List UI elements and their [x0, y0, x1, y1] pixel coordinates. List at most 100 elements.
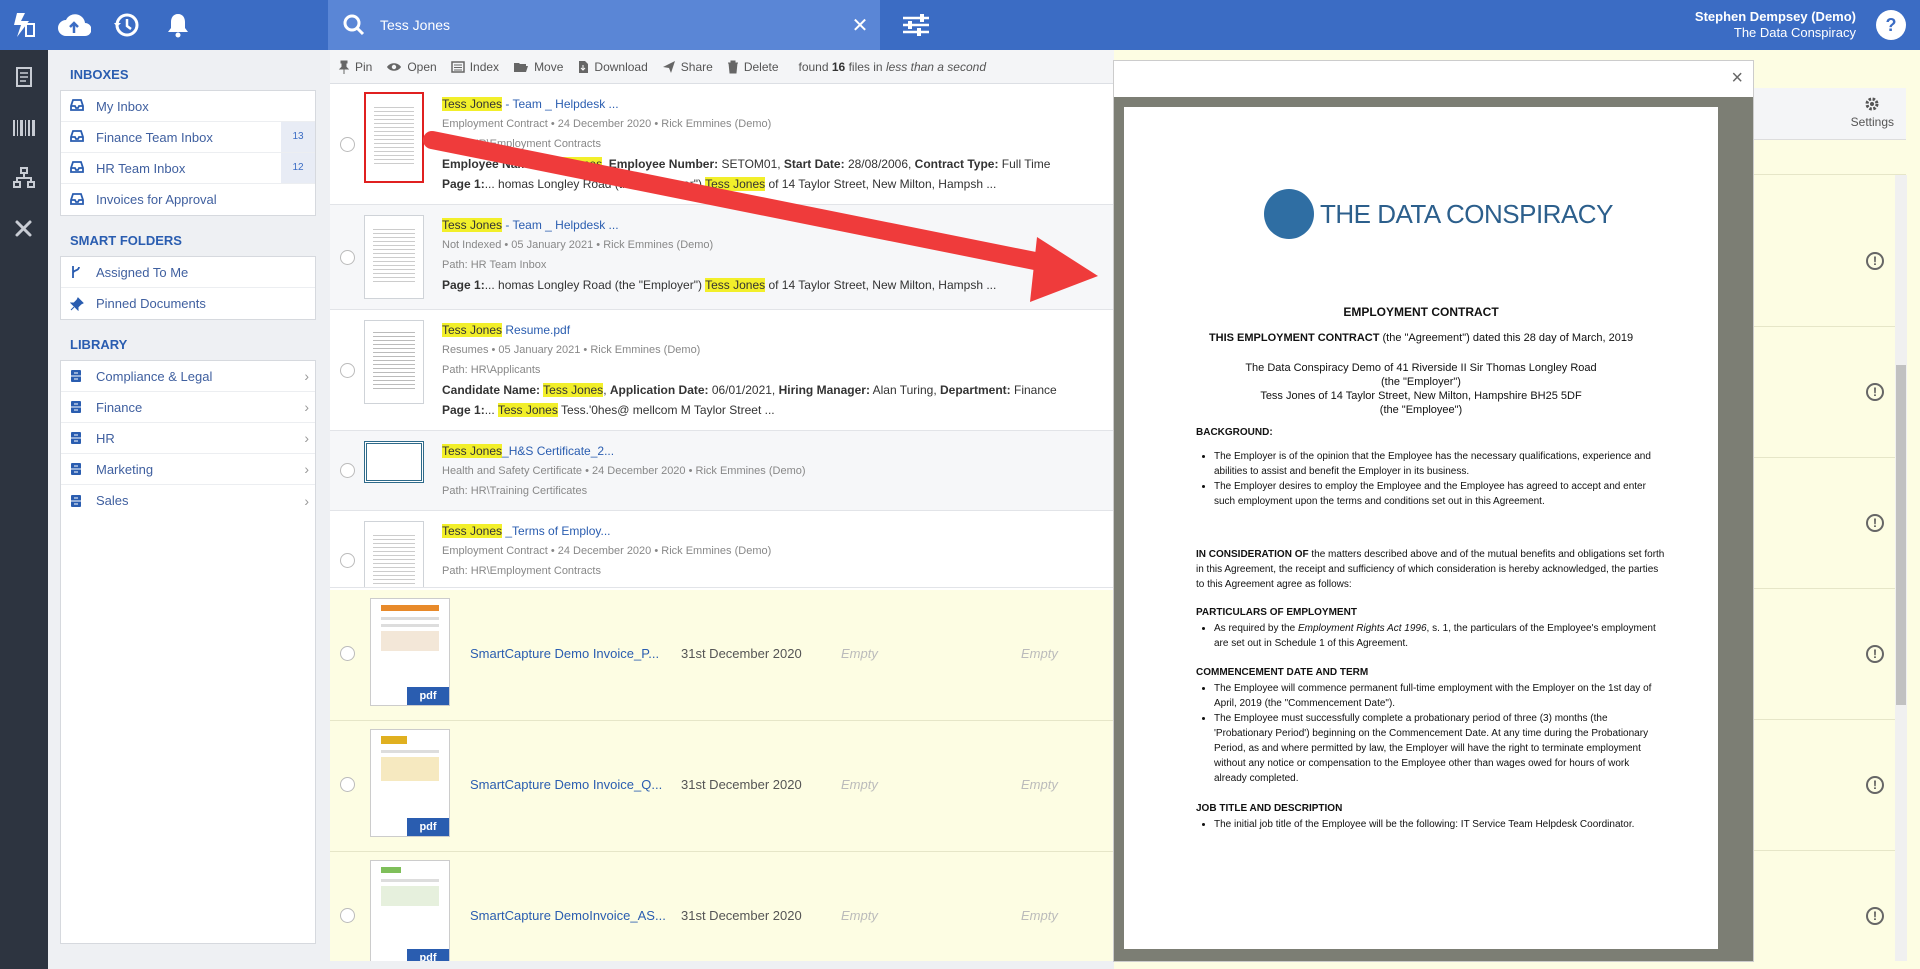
search-icon[interactable]: [328, 14, 380, 36]
barcode-icon[interactable]: [0, 103, 48, 153]
result-path: Path: HR Team Inbox: [442, 259, 547, 271]
result-snippet: Page 1:... homas Longley Road (the "Empl…: [442, 275, 1114, 295]
share-button[interactable]: Share: [662, 60, 713, 74]
pin-icon: [338, 60, 350, 74]
search-input[interactable]: [380, 17, 840, 33]
result-item[interactable]: Tess Jones - Team _ Helpdesk ... Employm…: [330, 84, 1114, 205]
open-button[interactable]: Open: [386, 60, 437, 74]
circuit-logo-icon: [1264, 189, 1314, 239]
inbox-item-my-inbox[interactable]: My Inbox: [61, 91, 315, 122]
table-row[interactable]: pdf SmartCapture Demo Invoice_Q... 31st …: [330, 721, 1114, 852]
empty-field: Empty: [841, 646, 878, 661]
warning-icon[interactable]: !: [1866, 907, 1884, 925]
page-label: Page 1:: [442, 177, 485, 191]
user-info[interactable]: Stephen Dempsey (Demo) The Data Conspira…: [1695, 9, 1856, 41]
library-item-hr[interactable]: HR ›: [61, 423, 315, 454]
workflow-icon[interactable]: [0, 153, 48, 203]
particulars-list: As required by the Employment Rights Act…: [1214, 621, 1664, 651]
page-label: Page 1:: [442, 403, 485, 417]
smart-folder-pinned[interactable]: Pinned Documents: [61, 288, 315, 319]
invoice-name-link[interactable]: SmartCapture DemoInvoice_AS...: [470, 908, 670, 923]
empty-field: Empty: [841, 777, 878, 792]
document-thumbnail[interactable]: [364, 521, 424, 587]
bell-icon[interactable]: [154, 0, 202, 50]
help-icon[interactable]: ?: [1876, 10, 1906, 40]
result-item[interactable]: Tess Jones _Terms of Employ... Employmen…: [330, 511, 1114, 588]
result-title-link[interactable]: Tess Jones_H&S Certificate_2...: [442, 441, 1114, 461]
library-item-sales[interactable]: Sales ›: [61, 485, 315, 516]
result-title-link[interactable]: Tess Jones Resume.pdf: [442, 320, 1114, 340]
empty-field: Empty: [1021, 777, 1058, 792]
settings-label: Settings: [1850, 115, 1894, 129]
section-heading: COMMENCEMENT DATE AND TERM: [1196, 667, 1369, 678]
close-icon[interactable]: ×: [1731, 67, 1743, 90]
result-item[interactable]: Tess Jones - Team _ Helpdesk ... Not Ind…: [330, 205, 1114, 310]
row-select-radio[interactable]: [340, 646, 355, 661]
field-label: Application Date:: [609, 383, 709, 397]
settings-button[interactable]: Settings: [1851, 96, 1894, 129]
table-row[interactable]: pdf SmartCapture Demo Invoice_P... 31st …: [330, 590, 1114, 721]
result-select-radio[interactable]: [340, 463, 355, 478]
smart-folder-assigned[interactable]: Assigned To Me: [61, 257, 315, 288]
intro-rest: (the "Agreement") dated this 28 day of M…: [1379, 332, 1634, 344]
pdf-badge: pdf: [407, 818, 449, 836]
warning-icon[interactable]: !: [1866, 252, 1884, 270]
inbox-item-finance-team[interactable]: Finance Team Inbox 13: [61, 122, 315, 153]
library-item-compliance[interactable]: Compliance & Legal ›: [61, 361, 315, 392]
result-select-radio[interactable]: [340, 553, 355, 568]
result-path: Path: HR\Employment Contracts: [442, 565, 601, 577]
result-path: Path: HR\Applicants: [442, 364, 541, 376]
chevron-right-icon: ›: [304, 492, 309, 509]
invoice-name-link[interactable]: SmartCapture Demo Invoice_P...: [470, 646, 670, 661]
inbox-item-invoices-approval[interactable]: Invoices for Approval: [61, 184, 315, 215]
vertical-scrollbar[interactable]: [1895, 175, 1907, 961]
table-row[interactable]: pdf SmartCapture DemoInvoice_AS... 31st …: [330, 852, 1114, 961]
invoice-thumbnail[interactable]: pdf: [370, 598, 450, 706]
scrollbar-thumb[interactable]: [1896, 365, 1906, 705]
document-thumbnail[interactable]: [364, 215, 424, 299]
result-select-radio[interactable]: [340, 250, 355, 265]
result-title-link[interactable]: Tess Jones - Team _ Helpdesk ...: [442, 215, 1114, 235]
empty-field: Empty: [1021, 646, 1058, 661]
invoice-thumbnail[interactable]: pdf: [370, 729, 450, 837]
section-heading: JOB TITLE AND DESCRIPTION: [1196, 803, 1343, 814]
snippet-text: ... homas Longley Road (the "Employer"): [484, 177, 706, 191]
index-button[interactable]: Index: [450, 60, 499, 74]
result-select-radio[interactable]: [340, 137, 355, 152]
move-button[interactable]: Move: [513, 60, 563, 74]
company-logo: THE DATA CONSPIRACY: [1264, 189, 1613, 239]
chevron-right-icon: ›: [304, 430, 309, 446]
app-logo[interactable]: [0, 0, 48, 50]
library-item-finance[interactable]: Finance ›: [61, 392, 315, 423]
result-item[interactable]: Tess Jones Resume.pdf Resumes • 05 Janua…: [330, 310, 1114, 431]
document-viewer[interactable]: THE DATA CONSPIRACY EMPLOYMENT CONTRACT …: [1114, 97, 1753, 961]
warning-icon[interactable]: !: [1866, 514, 1884, 532]
warning-icon[interactable]: !: [1866, 776, 1884, 794]
result-title-link[interactable]: Tess Jones - Team _ Helpdesk ...: [442, 94, 1114, 114]
warning-icon[interactable]: !: [1866, 383, 1884, 401]
history-icon[interactable]: [102, 0, 150, 50]
document-thumbnail[interactable]: [364, 320, 424, 404]
filter-sliders-icon[interactable]: [896, 0, 936, 50]
inbox-item-hr-team[interactable]: HR Team Inbox 12: [61, 153, 315, 184]
row-select-radio[interactable]: [340, 908, 355, 923]
field-label: Start Date:: [783, 157, 845, 171]
delete-button[interactable]: Delete: [727, 60, 779, 74]
result-select-radio[interactable]: [340, 363, 355, 378]
invoice-thumbnail[interactable]: pdf: [370, 860, 450, 961]
warning-icon[interactable]: !: [1866, 645, 1884, 663]
certificate-thumbnail[interactable]: [364, 441, 424, 483]
upload-icon[interactable]: [50, 0, 98, 50]
inbox-count-badge: 13: [281, 122, 315, 152]
invoice-name-link[interactable]: SmartCapture Demo Invoice_Q...: [470, 777, 670, 792]
result-item[interactable]: Tess Jones_H&S Certificate_2... Health a…: [330, 431, 1114, 511]
library-item-marketing[interactable]: Marketing ›: [61, 454, 315, 485]
download-button[interactable]: Download: [577, 60, 648, 74]
documents-icon[interactable]: [0, 53, 48, 103]
result-title-link[interactable]: Tess Jones _Terms of Employ...: [442, 521, 1114, 541]
pin-button[interactable]: Pin: [338, 60, 372, 74]
clear-search-icon[interactable]: ✕: [840, 13, 880, 38]
document-thumbnail[interactable]: [364, 92, 424, 183]
row-select-radio[interactable]: [340, 777, 355, 792]
tools-icon[interactable]: [0, 203, 48, 253]
